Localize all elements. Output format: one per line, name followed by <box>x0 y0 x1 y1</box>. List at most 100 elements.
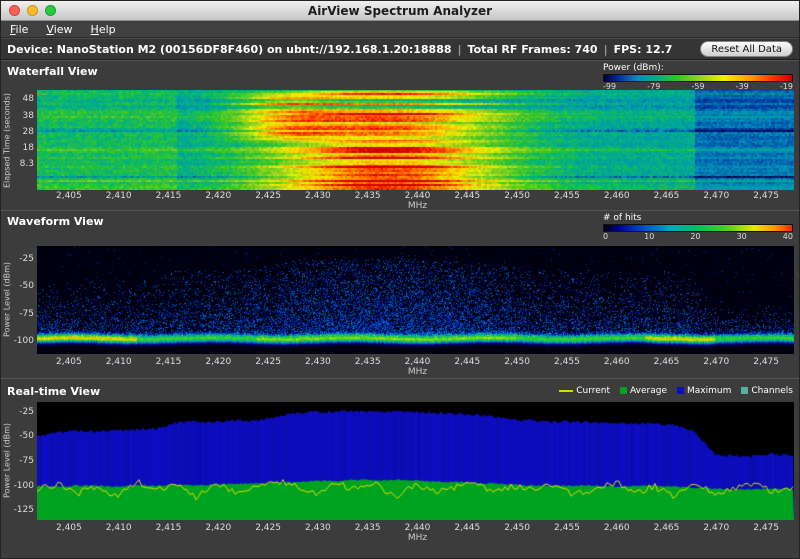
statusbar: Device: NanoStation M2 (00156DF8F460) on… <box>1 38 799 60</box>
x-tick: 2,445 <box>454 191 480 201</box>
colorbar-tick: 40 <box>783 232 793 241</box>
y-tick: -25 <box>19 407 34 417</box>
waterfall-title: Waterfall View <box>7 63 98 78</box>
channels-swatch <box>741 387 748 394</box>
y-tick: -100 <box>14 336 34 346</box>
x-tick: 2,470 <box>703 191 729 201</box>
realtime-title: Real-time View <box>7 383 100 398</box>
waterfall-y-axis-label: Elapsed Time (seconds) <box>1 90 13 190</box>
x-tick: 2,475 <box>753 191 779 201</box>
legend-current: Current <box>559 386 610 396</box>
x-tick: 2,420 <box>205 357 231 367</box>
waveform-y-axis-label: Power Level (dBm) <box>1 246 13 354</box>
power-gradient-bar <box>603 74 793 82</box>
menu-help[interactable]: Help <box>91 23 116 36</box>
realtime-x-ticks: 2,4052,4102,4152,4202,4252,4302,4352,440… <box>39 522 796 533</box>
hits-colorbar: # of hits 010203040 <box>603 213 793 241</box>
y-tick: 38 <box>23 111 34 121</box>
menubar: File View Help <box>1 21 799 38</box>
x-tick: 2,455 <box>554 523 580 533</box>
x-tick: 2,445 <box>454 357 480 367</box>
minimize-button[interactable] <box>27 5 38 16</box>
x-tick: 2,460 <box>604 357 630 367</box>
waveform-plot-row: Power Level (dBm) -25-50-75-100 <box>1 246 799 354</box>
hits-colorbar-label: # of hits <box>603 213 793 223</box>
x-tick: 2,460 <box>604 191 630 201</box>
menu-view[interactable]: View <box>46 23 72 36</box>
waterfall-y-axis: Elapsed Time (seconds) 483828188.3 <box>1 90 37 190</box>
realtime-legend: Current Average Maximum Channels <box>559 386 793 396</box>
x-tick: 2,435 <box>355 357 381 367</box>
x-tick: 2,420 <box>205 191 231 201</box>
x-tick: 2,410 <box>106 523 132 533</box>
x-tick: 2,465 <box>654 191 680 201</box>
x-tick: 2,470 <box>703 523 729 533</box>
x-tick: 2,420 <box>205 523 231 533</box>
x-tick: 2,425 <box>255 357 281 367</box>
window-title: AirView Spectrum Analyzer <box>308 4 492 18</box>
realtime-x-axis-label: MHz <box>39 533 796 543</box>
x-tick: 2,405 <box>56 357 82 367</box>
x-tick: 2,465 <box>654 523 680 533</box>
average-legend-label: Average <box>630 386 667 396</box>
x-tick: 2,455 <box>554 191 580 201</box>
realtime-header: Real-time View Current Average Maximum C… <box>1 378 799 402</box>
x-tick: 2,415 <box>156 357 182 367</box>
close-button[interactable] <box>9 5 20 16</box>
x-tick: 2,470 <box>703 357 729 367</box>
titlebar: AirView Spectrum Analyzer <box>1 1 799 21</box>
waterfall-x-axis: 2,4052,4102,4152,4202,4252,4302,4352,440… <box>39 190 796 210</box>
x-tick: 2,405 <box>56 523 82 533</box>
y-tick: -100 <box>14 481 34 491</box>
y-tick: -50 <box>19 431 34 441</box>
maximum-legend-label: Maximum <box>687 386 731 396</box>
x-tick: 2,445 <box>454 523 480 533</box>
x-tick: 2,475 <box>753 523 779 533</box>
channels-legend-label: Channels <box>751 386 793 396</box>
realtime-plot-row: Power Level (dBm) -25-50-75-100-125 <box>1 402 799 520</box>
y-tick: -25 <box>19 254 34 264</box>
x-tick: 2,450 <box>504 357 530 367</box>
current-line-swatch <box>559 390 573 392</box>
realtime-chart <box>37 402 794 520</box>
fps-value: FPS: 12.7 <box>614 43 673 56</box>
app-window: AirView Spectrum Analyzer File View Help… <box>0 0 800 559</box>
y-tick: -75 <box>19 309 34 319</box>
waveform-y-axis: Power Level (dBm) -25-50-75-100 <box>1 246 37 354</box>
maximum-swatch <box>677 387 684 394</box>
x-tick: 2,440 <box>405 191 431 201</box>
separator: | <box>458 43 462 56</box>
zoom-button[interactable] <box>45 5 56 16</box>
power-colorbar: Power (dBm): -99-79-59-39-19 <box>603 63 793 91</box>
current-legend-label: Current <box>576 386 610 396</box>
hits-colorbar-ticks: 010203040 <box>603 232 793 241</box>
waveform-chart <box>37 246 794 354</box>
x-tick: 2,475 <box>753 357 779 367</box>
colorbar-tick: 20 <box>690 232 700 241</box>
waveform-x-axis: 2,4052,4102,4152,4202,4252,4302,4352,440… <box>39 354 796 378</box>
reset-all-data-button[interactable]: Reset All Data <box>700 41 793 57</box>
waveform-title: Waveform View <box>7 213 104 228</box>
x-tick: 2,430 <box>305 191 331 201</box>
power-colorbar-label: Power (dBm): <box>603 63 793 73</box>
waveform-x-axis-label: MHz <box>39 367 796 377</box>
x-tick: 2,425 <box>255 523 281 533</box>
waterfall-spectrogram <box>37 90 794 190</box>
x-tick: 2,440 <box>405 523 431 533</box>
hits-gradient-bar <box>603 224 793 232</box>
x-tick: 2,415 <box>156 523 182 533</box>
y-tick: 28 <box>23 127 34 137</box>
y-tick: 18 <box>23 143 34 153</box>
window-controls <box>9 5 56 16</box>
menu-file[interactable]: File <box>10 23 28 36</box>
realtime-y-ticks: -25-50-75-100-125 <box>13 402 37 520</box>
x-tick: 2,405 <box>56 191 82 201</box>
colorbar-tick: 30 <box>737 232 747 241</box>
waveform-x-ticks: 2,4052,4102,4152,4202,4252,4302,4352,440… <box>39 356 796 367</box>
colorbar-tick: 10 <box>644 232 654 241</box>
average-swatch <box>620 387 627 394</box>
separator: | <box>604 43 608 56</box>
x-tick: 2,450 <box>504 191 530 201</box>
waterfall-y-ticks: 483828188.3 <box>13 90 37 190</box>
waterfall-header: Waterfall View Power (dBm): -99-79-59-39… <box>1 60 799 90</box>
